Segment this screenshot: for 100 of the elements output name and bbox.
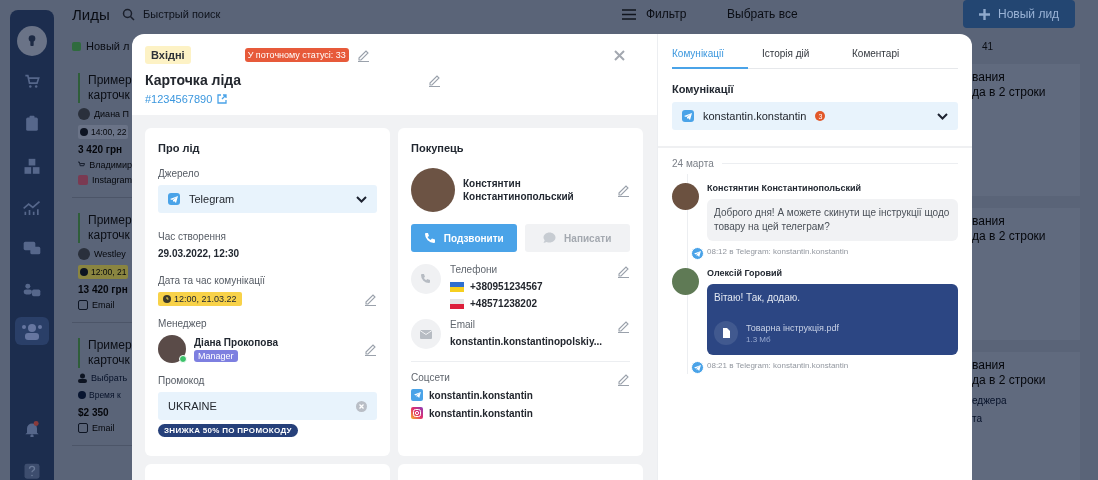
avatar: [78, 108, 90, 120]
close-icon[interactable]: [614, 49, 625, 61]
message-text: Вітаю! Так, додаю.: [714, 291, 801, 305]
amount: $2 350: [78, 407, 109, 418]
people-chat-icon[interactable]: [21, 282, 43, 299]
lead-card[interactable]: вания да в 2 строки: [972, 64, 1080, 196]
flag-icon: [450, 281, 464, 292]
avatar: [158, 335, 186, 363]
phone-icon: [411, 264, 441, 294]
search-icon: [122, 7, 135, 21]
cart-icon[interactable]: [23, 73, 41, 89]
instagram-icon: [411, 407, 423, 419]
role-badge: Manager: [194, 349, 238, 362]
edit-icon[interactable]: [617, 264, 630, 278]
buyer-name: Константинопольский: [463, 191, 574, 202]
person-icon: [78, 373, 87, 383]
call-button[interactable]: Подзвонити: [411, 224, 517, 252]
card-title: Пример: [88, 73, 132, 88]
telegram-icon: [168, 193, 180, 205]
edit-icon[interactable]: [364, 292, 377, 306]
phone-number: +48571238202: [470, 298, 538, 309]
social-handle: konstantin.konstantin: [429, 407, 533, 419]
field-label: Соцсети: [411, 372, 451, 383]
manager-name: Westley: [94, 249, 126, 259]
buyer-name: Констянтин: [463, 178, 521, 189]
phone-number: +380951234567: [470, 281, 543, 292]
promo-code-field[interactable]: UKRAINE: [168, 400, 217, 412]
team-nav-item[interactable]: [15, 316, 49, 346]
chat-icon[interactable]: [21, 241, 43, 257]
plus-icon: [979, 8, 990, 20]
avatar: [78, 248, 90, 260]
clear-icon[interactable]: [356, 400, 367, 412]
email-address: konstantin.konstantinopolskiy...: [450, 336, 603, 347]
status-marker: [72, 41, 81, 51]
telegram-icon: [691, 361, 704, 374]
field-label: Email: [450, 319, 476, 330]
card-title: вания: [972, 214, 1005, 229]
tab[interactable]: Історія дій: [762, 46, 852, 69]
edit-icon[interactable]: [356, 48, 370, 62]
chevron-down-icon: [356, 195, 367, 203]
edit-icon[interactable]: [364, 342, 377, 356]
card-link[interactable]: еджера: [972, 395, 1007, 406]
clipboard-icon[interactable]: [24, 114, 40, 132]
instagram-icon: [78, 175, 88, 185]
edit-icon[interactable]: [617, 183, 630, 197]
lead-id-link[interactable]: #1234567890: [145, 93, 213, 105]
field-label: Менеджер: [158, 318, 208, 329]
select-all-link[interactable]: Выбрать все: [727, 7, 963, 21]
social-handle: konstantin.konstantin: [429, 389, 533, 401]
manager-name: Выбрать: [91, 373, 128, 383]
modal-title: Карточка ліда: [145, 72, 241, 88]
menu-icon[interactable]: [622, 8, 636, 20]
search-field[interactable]: Быстрый поиск: [143, 8, 253, 20]
email-icon: [78, 423, 88, 433]
field-label: Телефони: [450, 264, 499, 275]
card-title: вания: [972, 358, 1005, 373]
tab[interactable]: Комунікації: [672, 46, 748, 69]
message-text: Доброго дня! А можете скинути ще інструкції щодо товару на цей телеграм?: [714, 206, 951, 234]
message-author: Олексій Горовий: [707, 268, 784, 278]
telegram-icon: [682, 110, 694, 122]
card-title: карточк: [88, 88, 130, 103]
contact-time-link[interactable]: Время к: [89, 390, 121, 400]
lead-card[interactable]: вания да в 2 строки: [972, 208, 1080, 340]
bell-icon[interactable]: [23, 420, 41, 438]
filter-button[interactable]: Фильтр: [646, 7, 687, 21]
card-title: карточк: [88, 353, 130, 368]
time-chip: 14:00, 22: [78, 125, 129, 139]
field-label: Дата та час комунікації: [158, 275, 266, 286]
manager-name: Діана Прокопова: [194, 336, 278, 348]
logo-icon[interactable]: [14, 26, 50, 56]
discount-badge: ЗНИЖКА 50% ПО ПРОМОКОДУ: [158, 424, 298, 437]
time-chip: 12:00, 21: [78, 265, 129, 279]
lead-card[interactable]: вания да в 2 строки еджера та: [972, 352, 1080, 480]
flag-icon: [450, 298, 464, 309]
card-link[interactable]: та: [972, 413, 983, 424]
message-author: Констянтин Константинопольский: [707, 183, 863, 193]
file-icon[interactable]: [714, 321, 738, 345]
edit-icon[interactable]: [617, 372, 630, 386]
page-title: Лиды: [72, 5, 111, 23]
avatar: [672, 183, 699, 210]
chart-icon[interactable]: [21, 200, 43, 216]
manager-name: Диана П: [94, 109, 130, 119]
new-lead-button[interactable]: Новый лид: [963, 0, 1076, 28]
status-badge: Вхідні: [145, 46, 191, 64]
column-count: 41: [982, 40, 994, 52]
edit-icon[interactable]: [428, 73, 441, 87]
status-time-badge: У поточному статусі: 33: [244, 48, 349, 62]
avatar: [411, 168, 455, 212]
file-name[interactable]: Товарна інструкція.pdf: [746, 322, 839, 333]
help-icon[interactable]: [22, 463, 42, 480]
edit-icon[interactable]: [617, 319, 630, 333]
channel-name: Email: [92, 300, 115, 310]
boxes-icon[interactable]: [22, 157, 42, 175]
card-title: Пример: [88, 213, 132, 228]
section-heading: Комунікації: [672, 83, 735, 95]
tab[interactable]: Коментарі: [852, 46, 942, 69]
source-select[interactable]: Telegram: [158, 185, 377, 213]
field-label: Промокод: [158, 375, 206, 386]
external-link-icon[interactable]: [217, 94, 228, 104]
card-title: да в 2 строки: [972, 85, 1046, 100]
